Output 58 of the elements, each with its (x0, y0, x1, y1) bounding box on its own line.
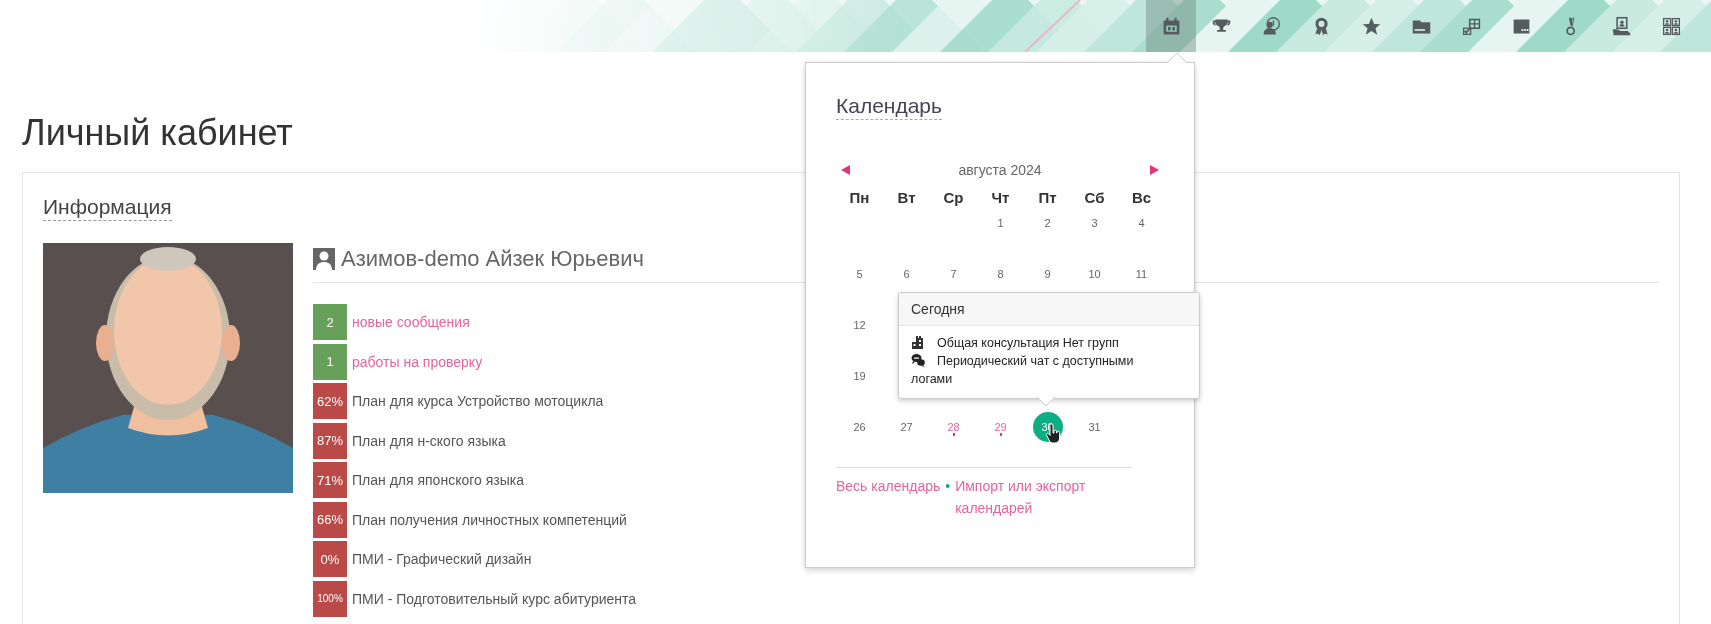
calendar-icon[interactable] (1146, 0, 1196, 52)
count-badge: 1 (313, 343, 347, 380)
link[interactable]: Импорт или экспорт календарей (955, 475, 1106, 519)
plan-label: План для н-ского языка (352, 432, 506, 449)
count-badge: 71% (313, 462, 347, 498)
calendar-day[interactable]: 6 (891, 259, 922, 289)
calendar-day[interactable]: 10 (1079, 259, 1110, 289)
weekday-label: Вс (1131, 188, 1152, 208)
calendar-day[interactable]: 3 (1079, 208, 1110, 238)
building-icon (911, 335, 925, 349)
page-title: Личный кабинет (22, 112, 293, 154)
plan-label: План для курса Устройство мотоцикла (352, 393, 604, 409)
separator: • (945, 477, 951, 496)
weekday-label: Ср (943, 188, 964, 208)
event-text[interactable]: Общая консультация Нет групп (911, 334, 1169, 352)
weekday-label: Сб (1084, 188, 1105, 208)
tooltip-title: Сегодня (899, 293, 1199, 326)
count-badge: 62% (313, 383, 347, 419)
count-badge: 100% (313, 580, 347, 617)
plan-label: План для японского языка (352, 472, 524, 488)
count-badge: 66% (313, 501, 347, 538)
previous-month-icon[interactable] (841, 165, 850, 175)
weekday-label: Чт (991, 188, 1010, 208)
count-badge: 0% (313, 541, 347, 577)
plan-label: ПМИ - Подготовительный курс абитуриента (352, 590, 637, 607)
month-label: августа 2024 (958, 162, 1042, 178)
count-badge: 2 (313, 304, 347, 340)
calendar-day[interactable]: 11 (1126, 259, 1157, 289)
calendar-day[interactable]: 29 (985, 412, 1016, 442)
calendar-day[interactable]: 28 (938, 412, 969, 442)
calendar-day[interactable]: 2 (1032, 208, 1063, 238)
calendar-day[interactable]: 27 (891, 412, 922, 442)
user-icon (313, 248, 335, 270)
calendar-day[interactable]: 7 (938, 259, 969, 289)
calendar-day[interactable]: 12 (844, 310, 875, 340)
calendar-day[interactable]: 5 (844, 259, 875, 289)
plan-label: ПМИ - Графический дизайн (352, 551, 532, 567)
weekday-label: Пн (849, 188, 870, 208)
calendar-day[interactable]: 4 (1126, 208, 1157, 238)
section-heading: Информация (43, 194, 172, 221)
count-badge: 87% (313, 422, 347, 459)
chat-icon (911, 353, 925, 367)
plan-label: План получения личностных компетенций (352, 511, 627, 528)
user-name: Азимов-demo Айзек Юрьевич (341, 246, 644, 272)
link[interactable]: работы на проверку (352, 353, 483, 370)
calendar-day[interactable]: 8 (985, 259, 1016, 289)
event-text[interactable]: Периодический чат с доступными логами (911, 352, 1169, 388)
popup-title: Календарь (836, 93, 942, 120)
weekday-label: Пт (1038, 188, 1057, 208)
link[interactable]: Весь календарь (836, 475, 941, 497)
calendar-day[interactable]: 19 (844, 361, 875, 391)
calendar-day[interactable]: 31 (1079, 412, 1110, 442)
next-month-icon[interactable] (1150, 165, 1159, 175)
weekday-label: Вт (897, 188, 916, 208)
calendar-day[interactable]: 9 (1032, 259, 1063, 289)
calendar-day[interactable]: 1 (985, 208, 1016, 238)
link[interactable]: новые сообщения (352, 314, 470, 330)
calendar-day[interactable]: 26 (844, 412, 875, 442)
